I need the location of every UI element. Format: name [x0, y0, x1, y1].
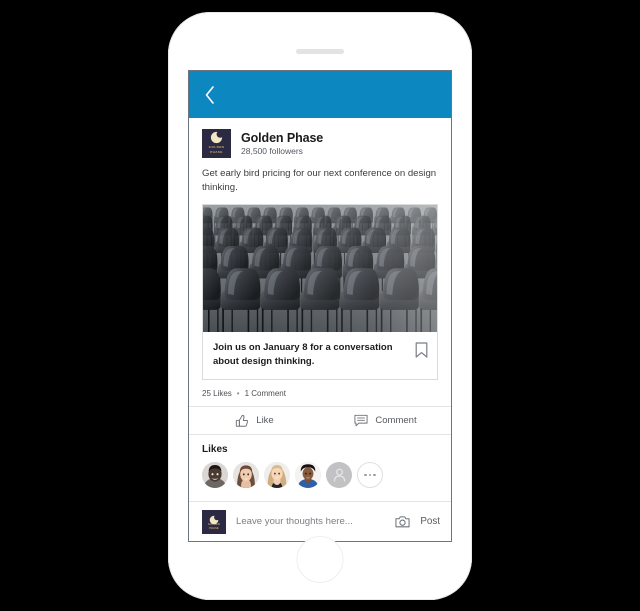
liker-avatar-2[interactable]	[233, 462, 259, 488]
phone-home-button[interactable]	[296, 536, 344, 583]
like-button-label: Like	[256, 415, 274, 426]
comment-bubble-icon	[354, 414, 368, 427]
post-engagement-counts: 25 Likes • 1 Comment	[189, 380, 451, 406]
company-logo: GOLDEN PHASE	[202, 129, 231, 158]
more-dot-1	[364, 473, 367, 477]
phone-screen: GOLDEN PHASE Golden Phase 28,500 followe…	[188, 70, 452, 542]
article-caption-text: Join us on January 8 for a conversation …	[213, 342, 393, 367]
camera-icon[interactable]	[395, 515, 410, 528]
more-dot-3	[373, 473, 376, 477]
author-name[interactable]: Golden Phase	[241, 131, 323, 145]
liker-avatar-3[interactable]	[264, 462, 290, 488]
shared-article-card[interactable]: Join us on January 8 for a conversation …	[202, 204, 438, 380]
post-comment-button[interactable]: Post	[420, 516, 440, 527]
bookmark-icon[interactable]	[415, 342, 428, 358]
liker-avatar-4[interactable]	[295, 462, 321, 488]
thumbs-up-icon	[235, 414, 249, 428]
likes-section-title: Likes	[202, 444, 228, 455]
company-logo-line-1: GOLDEN	[208, 145, 225, 149]
composer-logo-line-2: PHASE	[209, 526, 219, 530]
comment-button-label: Comment	[375, 415, 417, 426]
company-logo-line-2: PHASE	[210, 150, 223, 154]
author-follower-count: 28,500 followers	[241, 146, 303, 156]
screenshot-stage: GOLDEN PHASE Golden Phase 28,500 followe…	[0, 0, 640, 611]
article-caption-row: Join us on January 8 for a conversation …	[203, 332, 437, 379]
more-dot-2	[368, 473, 372, 477]
composer-user-avatar: GOLDEN PHASE	[202, 509, 226, 534]
comment-button[interactable]: Comment	[320, 407, 451, 434]
comment-composer-bar: GOLDEN PHASE Post	[189, 501, 451, 541]
post-author-row[interactable]: GOLDEN PHASE Golden Phase 28,500 followe…	[189, 118, 451, 165]
more-likes-button[interactable]	[357, 462, 383, 488]
post-feed: GOLDEN PHASE Golden Phase 28,500 followe…	[189, 118, 451, 541]
likes-section: Likes	[189, 435, 451, 488]
comment-count: 1 Comment	[244, 389, 286, 398]
likers-avatar-strip	[202, 462, 438, 488]
comment-input[interactable]	[236, 516, 386, 527]
back-chevron-icon[interactable]	[203, 85, 217, 105]
like-count: 25 Likes	[202, 389, 232, 398]
post-action-bar: Like Comment	[189, 406, 451, 435]
person-silhouette-icon[interactable]	[326, 462, 352, 488]
phone-device-frame: GOLDEN PHASE Golden Phase 28,500 followe…	[168, 12, 472, 600]
crescent-moon-icon	[209, 512, 220, 524]
author-meta: Golden Phase 28,500 followers	[241, 131, 323, 156]
liker-avatar-1[interactable]	[202, 462, 228, 488]
crescent-moon-icon	[210, 130, 224, 144]
app-header-bar	[189, 71, 451, 118]
phone-earpiece-speaker	[296, 49, 344, 54]
article-photo	[203, 205, 437, 332]
count-separator: •	[236, 389, 240, 398]
post-body-text: Get early bird pricing for our next conf…	[202, 168, 437, 193]
like-button[interactable]: Like	[189, 407, 320, 434]
